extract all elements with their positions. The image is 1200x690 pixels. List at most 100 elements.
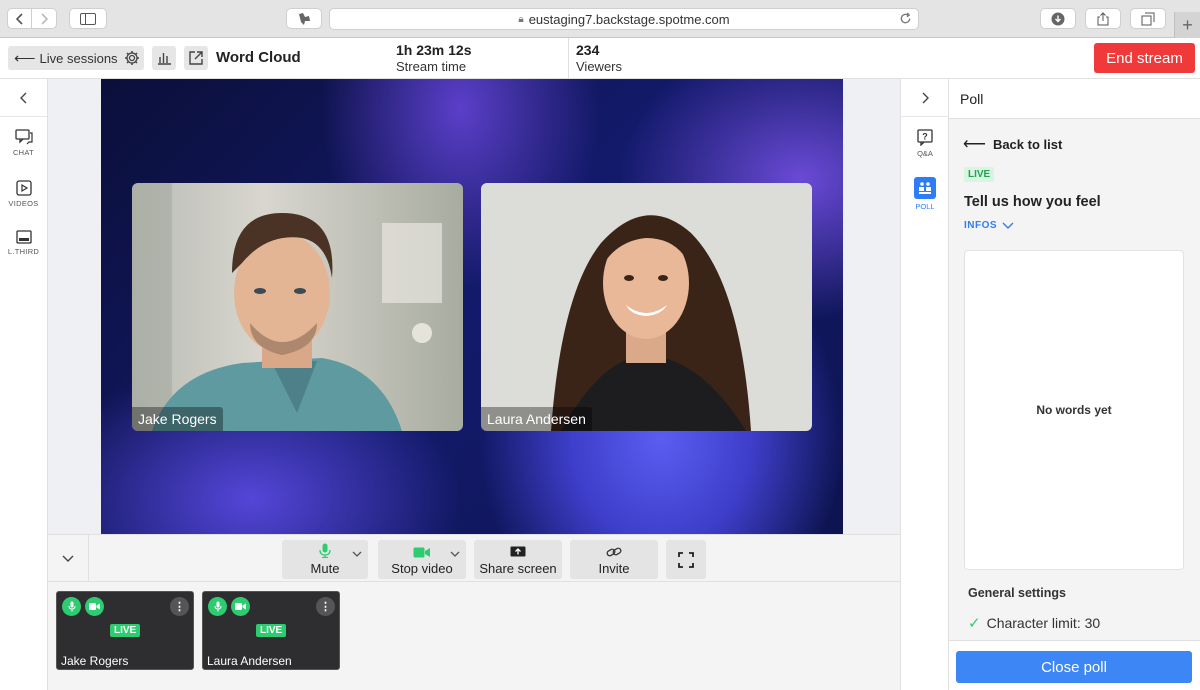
analytics-button[interactable]: [152, 46, 176, 70]
live-sessions-back-button[interactable]: ⟵ Live sessions: [8, 46, 126, 70]
poll-icon: [914, 177, 936, 199]
poll-panel: Poll ⟵ Back to list LIVE Tell us how you…: [949, 79, 1200, 690]
sidebar-item-lower-third[interactable]: L.THIRD: [0, 230, 47, 270]
tabs-icon: [1141, 12, 1155, 25]
stop-video-label: Stop video: [391, 561, 453, 576]
collapse-right-button[interactable]: [901, 79, 949, 117]
browser-back-button[interactable]: [7, 8, 32, 29]
back-to-list-label: Back to list: [992, 136, 1063, 152]
rail-item-label: Q&A: [917, 149, 933, 158]
share-screen-button[interactable]: Share screen: [474, 540, 562, 579]
rail-item-poll[interactable]: POLL: [901, 177, 949, 217]
download-icon: [1051, 12, 1065, 25]
live-sessions-label: Live sessions: [39, 50, 118, 66]
microphone-icon[interactable]: [208, 597, 227, 616]
extension-icon: [299, 12, 310, 25]
share-screen-label: Share screen: [479, 561, 557, 576]
viewers-value: 234: [576, 42, 600, 58]
downloads-button[interactable]: [1040, 8, 1076, 29]
poll-question: Tell us how you feel: [964, 194, 1101, 210]
sidebar-item-label: VIDEOS: [8, 199, 39, 208]
chevron-down-icon: [1002, 222, 1014, 229]
lock-icon: 🔒︎: [518, 13, 524, 25]
media-control-bar: Mute Stop video Share screen Invite: [48, 534, 900, 582]
browser-nav: [7, 8, 57, 29]
sidebar-item-videos[interactable]: VIDEOS: [0, 180, 47, 220]
qa-icon: ?: [917, 129, 933, 146]
poll-infos-toggle[interactable]: INFOS: [964, 220, 1014, 231]
poll-footer: Close poll: [949, 640, 1200, 690]
character-limit-text: Character limit: 30: [986, 615, 1101, 631]
url-text: eustaging7.backstage.spotme.com: [528, 11, 730, 27]
sidebar-item-label: CHAT: [12, 148, 35, 157]
sidebar-item-chat[interactable]: CHAT: [0, 129, 47, 169]
reload-icon[interactable]: [899, 12, 912, 28]
character-limit-setting: ✓ Character limit: 30: [968, 614, 1100, 632]
extension-button[interactable]: [286, 8, 322, 29]
new-tab-button[interactable]: +: [1174, 12, 1200, 38]
plus-icon: +: [1182, 14, 1193, 35]
chevron-right-icon: [41, 12, 48, 25]
camera-icon[interactable]: [85, 597, 104, 616]
tabs-overview-button[interactable]: [1130, 8, 1166, 29]
session-title: Word Cloud: [216, 49, 301, 66]
share-button[interactable]: [1085, 8, 1121, 29]
lower-third-icon: [15, 230, 32, 244]
arrow-left-icon: ⟵: [14, 50, 36, 67]
stage-area: Jake Rogers Laura Andersen: [48, 79, 900, 534]
fullscreen-button[interactable]: [666, 540, 706, 579]
more-options-icon[interactable]: ⋮: [170, 597, 189, 616]
sidebar-toggle-button[interactable]: [69, 8, 107, 29]
fullscreen-icon: [678, 551, 694, 568]
open-external-button[interactable]: [184, 46, 208, 70]
word-cloud-empty-text: No words yet: [1036, 403, 1112, 417]
back-to-list-button[interactable]: ⟵ Back to list: [963, 134, 1062, 154]
browser-toolbar: 🔒︎ eustaging7.backstage.spotme.com +: [0, 0, 1200, 38]
chevron-down-icon: [62, 555, 74, 562]
bar-chart-icon: [158, 53, 171, 65]
chevron-left-icon: [19, 92, 26, 103]
speaker-tile[interactable]: Laura Andersen: [481, 183, 812, 431]
left-sidebar: CHAT VIDEOS L.THIRD: [0, 79, 48, 690]
poll-infos-label: INFOS: [964, 220, 998, 231]
external-link-icon: [189, 51, 203, 65]
participant-name: Jake Rogers: [61, 654, 129, 668]
end-stream-button[interactable]: End stream: [1094, 43, 1195, 73]
speaker-video-image: [481, 183, 812, 431]
chevron-down-icon[interactable]: [352, 545, 362, 560]
rail-item-qa[interactable]: ? Q&A: [901, 129, 949, 169]
stop-video-button[interactable]: Stop video: [378, 540, 466, 579]
more-options-icon[interactable]: ⋮: [316, 597, 335, 616]
speaker-name-tag: Jake Rogers: [132, 407, 223, 431]
general-settings-title: General settings: [968, 586, 1066, 600]
viewers-stat: 234 Viewers: [576, 42, 622, 74]
viewers-label: Viewers: [576, 59, 623, 74]
participant-tile[interactable]: ⋮ LIVE Laura Andersen: [202, 591, 340, 670]
link-icon: [606, 547, 622, 557]
video-stage: Jake Rogers Laura Andersen: [101, 79, 843, 534]
word-cloud-area: No words yet: [964, 250, 1184, 570]
settings-button[interactable]: [120, 46, 144, 70]
chevron-down-icon[interactable]: [450, 545, 460, 560]
right-rail: ? Q&A POLL: [900, 79, 949, 690]
mute-label: Mute: [310, 561, 340, 576]
address-bar[interactable]: 🔒︎ eustaging7.backstage.spotme.com: [329, 8, 919, 30]
sidebar-item-label: L.THIRD: [7, 247, 40, 256]
speaker-tile[interactable]: Jake Rogers: [132, 183, 463, 431]
participant-tile[interactable]: ⋮ LIVE Jake Rogers: [56, 591, 194, 670]
invite-button[interactable]: Invite: [570, 540, 658, 579]
mute-button[interactable]: Mute: [282, 540, 368, 579]
browser-forward-button[interactable]: [32, 8, 57, 29]
stream-time-stat: 1h 23m 12s Stream time: [396, 42, 472, 74]
participant-name: Laura Andersen: [207, 654, 292, 668]
collapse-left-button[interactable]: [0, 79, 47, 117]
stream-time-value: 1h 23m 12s: [396, 42, 472, 58]
chat-icon: [14, 129, 33, 145]
camera-icon[interactable]: [231, 597, 250, 616]
camera-icon: [413, 547, 430, 558]
collapse-participants-button[interactable]: [48, 535, 89, 582]
close-poll-button[interactable]: Close poll: [956, 651, 1192, 683]
poll-panel-title: Poll: [949, 79, 1200, 119]
stream-time-label: Stream time: [396, 59, 467, 74]
microphone-icon[interactable]: [62, 597, 81, 616]
